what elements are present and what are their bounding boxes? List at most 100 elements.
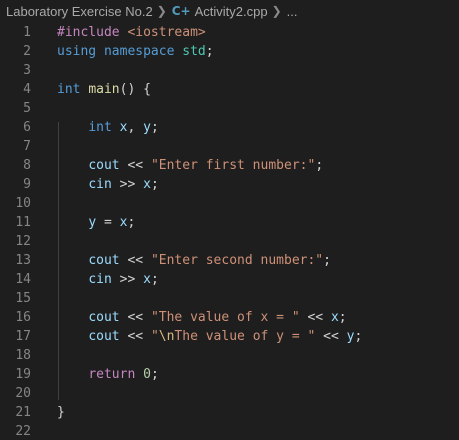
line-number: 6 [23, 120, 31, 135]
code-token: int [88, 120, 112, 135]
code-line[interactable]: 19 return 0; [0, 365, 459, 384]
code-text: #include <iostream> [57, 23, 206, 42]
code-line[interactable]: 11 y = x; [0, 213, 459, 232]
code-token: cout [88, 158, 120, 173]
code-token: ; [205, 44, 214, 59]
code-token: ; [323, 253, 331, 268]
code-text: cin >> x; [57, 175, 158, 194]
line-number: 5 [23, 101, 31, 116]
code-line[interactable]: 22 [0, 422, 459, 440]
code-token: << [299, 310, 331, 325]
code-token: using [57, 44, 97, 59]
line-number: 19 [15, 367, 31, 382]
code-line[interactable]: 10 [0, 194, 459, 213]
code-text: cin >> x; [57, 270, 159, 289]
code-line[interactable]: 13 cout << "Enter second number:"; [0, 251, 459, 270]
code-line[interactable]: 7 [0, 137, 459, 156]
code-token: #include [57, 25, 128, 40]
code-token: << [119, 158, 151, 173]
code-token: } [57, 405, 65, 420]
code-token: "Enter second number:" [150, 253, 324, 268]
line-number: 10 [15, 196, 31, 211]
code-token: 0 [143, 367, 151, 382]
code-token: ; [315, 158, 324, 173]
code-token: int [57, 82, 81, 97]
code-text: int main() { [57, 80, 151, 99]
code-line[interactable]: 20 [0, 384, 459, 403]
code-text: cout << "Enter first number:"; [57, 156, 323, 175]
breadcrumb-file[interactable]: Activity2.cpp [195, 4, 268, 19]
code-token: << [119, 329, 151, 344]
line-number: 21 [15, 405, 31, 420]
code-token: ; [150, 367, 159, 382]
code-token: cout [88, 329, 120, 344]
line-number: 3 [23, 63, 31, 78]
code-line[interactable]: 9 cin >> x; [0, 175, 459, 194]
code-text: using namespace std; [57, 42, 214, 61]
code-line[interactable]: 3 [0, 61, 459, 80]
code-text: int x, y; [57, 118, 159, 137]
code-token: \n [158, 329, 175, 344]
code-token: " [150, 329, 159, 344]
code-line[interactable]: 2 using namespace std; [0, 42, 459, 61]
line-number: 4 [23, 82, 31, 97]
code-line[interactable]: 15 [0, 289, 459, 308]
code-line[interactable]: 16 cout << "The value of x = " << x; [0, 308, 459, 327]
code-token: ; [150, 272, 159, 287]
code-line[interactable]: 12 [0, 232, 459, 251]
code-line[interactable]: 8 cout << "Enter first number:"; [0, 156, 459, 175]
code-line[interactable]: 4 int main() { [0, 80, 459, 99]
code-text: cout << "\nThe value of y = " << y; [57, 327, 362, 346]
code-text: return 0; [57, 365, 159, 384]
code-token: ; [354, 329, 363, 344]
code-text: } [57, 403, 65, 422]
line-number: 18 [15, 348, 31, 363]
line-number: 14 [15, 272, 31, 287]
code-token: cout [88, 253, 120, 268]
code-token: >> [111, 177, 144, 192]
code-line[interactable]: 21} [0, 403, 459, 422]
code-token: y [88, 215, 97, 230]
code-line[interactable]: 5 [0, 99, 459, 118]
code-line[interactable]: 17 cout << "\nThe value of y = " << y; [0, 327, 459, 346]
code-editor[interactable]: 1 #include <iostream> 2 using namespace std… [0, 23, 459, 440]
code-token: ; [127, 215, 136, 230]
code-token: = [96, 215, 120, 230]
code-token: return [88, 367, 136, 382]
line-number: 20 [15, 386, 31, 401]
code-token: ; [150, 120, 159, 135]
code-token: cout [88, 310, 120, 325]
breadcrumb-folder[interactable]: Laboratory Exercise No.2 [6, 4, 153, 19]
line-number: 12 [15, 234, 31, 249]
code-line[interactable]: 1 #include <iostream> [0, 23, 459, 42]
line-number: 17 [15, 329, 31, 344]
code-text: cout << "Enter second number:"; [57, 251, 331, 270]
line-number: 8 [23, 158, 31, 173]
code-token: main [88, 82, 120, 97]
breadcrumb-symbol-trail[interactable]: ... [287, 4, 298, 19]
code-line[interactable]: 6 int x, y; [0, 118, 459, 137]
code-line[interactable]: 18 [0, 346, 459, 365]
code-text: y = x; [57, 213, 135, 232]
line-number: 22 [15, 424, 31, 439]
code-token: x [143, 177, 151, 192]
code-token: The value of y = " [174, 329, 316, 344]
code-token: ; [338, 310, 347, 325]
code-token: << [119, 253, 151, 268]
code-token: <iostream> [127, 25, 206, 40]
code-token: namespace [103, 44, 175, 59]
line-number: 15 [15, 291, 31, 306]
code-line[interactable]: 14 cin >> x; [0, 270, 459, 289]
code-text: cout << "The value of x = " << x; [57, 308, 347, 327]
breadcrumb: Laboratory Exercise No.2 ❯ C+ Activity2.… [0, 0, 459, 22]
code-token: cin [88, 272, 112, 287]
code-token: cin [88, 177, 112, 192]
